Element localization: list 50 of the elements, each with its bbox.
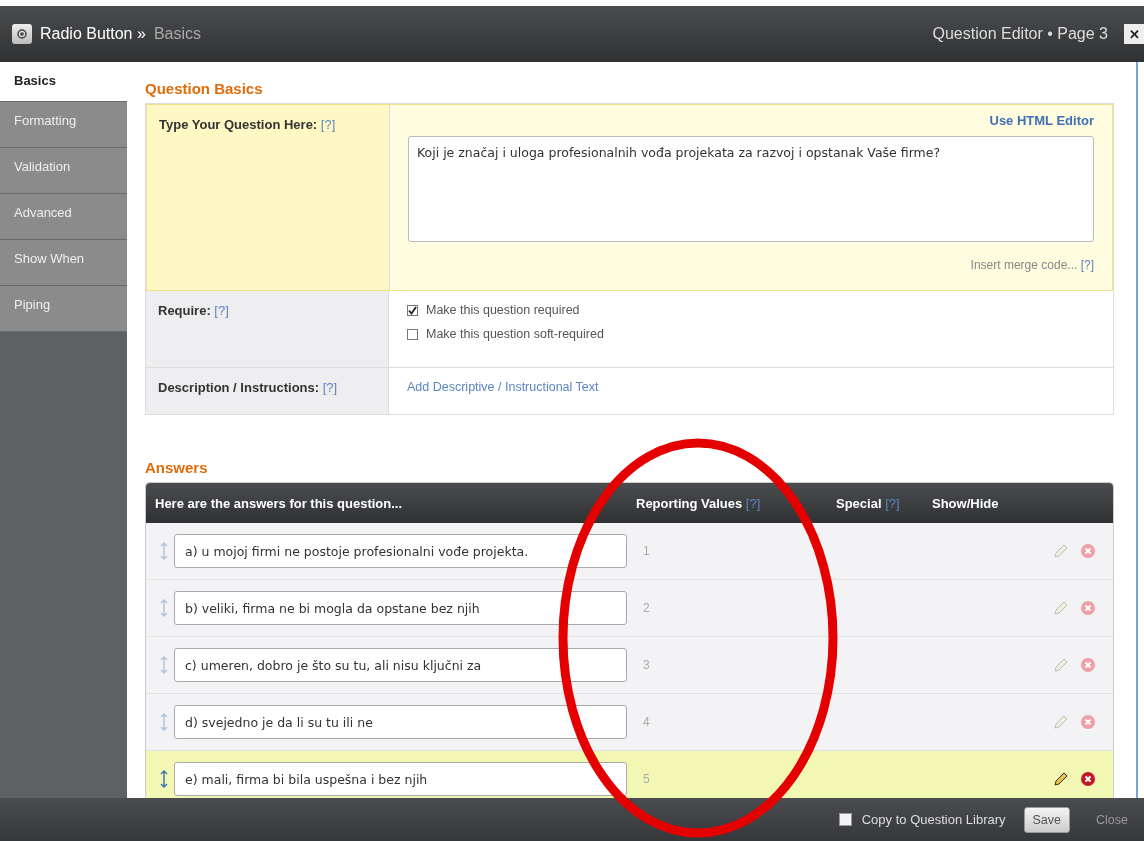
label-cell: Type Your Question Here: [?] <box>147 105 390 290</box>
merge-code-link[interactable]: Insert merge code... [?] <box>970 258 1094 272</box>
sidebar-tab[interactable]: Basics <box>0 62 127 102</box>
answer-field[interactable]: e) mali, firma bi bila uspešna i bez njih <box>174 762 627 796</box>
drag-handle-icon[interactable] <box>160 713 168 731</box>
question-field[interactable]: Koji je značaj i uloga profesionalnih vođa projekata za razvoj i opstanak Vaše firme? <box>408 136 1094 242</box>
reporting-value: 2 <box>642 601 651 615</box>
delete-icon[interactable] <box>1081 772 1095 786</box>
answer-row[interactable]: d) svejedno je da li su tu ili ne 4 <box>146 694 1113 751</box>
help-link[interactable]: [?] <box>320 117 336 132</box>
checkbox[interactable] <box>407 304 418 316</box>
answer-field[interactable]: a) u mojoj firmi ne postoje profesionalni vođe projekta. <box>174 534 627 568</box>
answer-field[interactable]: c) umeren, dobro je što su tu, ali nisu ključni za <box>174 648 627 682</box>
close-button[interactable]: Close <box>1090 811 1134 828</box>
save-button[interactable]: Save <box>1023 806 1071 833</box>
answer-row[interactable]: c) umeren, dobro je što su tu, ali nisu ključni za 3 <box>146 637 1113 694</box>
label-cell: Description / Instructions: [?] <box>146 368 389 414</box>
column-header: Special [?] <box>836 495 901 511</box>
checkbox-label: Copy to Question Library <box>861 812 1006 827</box>
window-title: Radio Button » <box>40 25 146 43</box>
checkbox-label: Make this question required <box>426 303 580 317</box>
html-editor-link[interactable]: Use HTML Editor <box>989 113 1094 128</box>
answer-field[interactable]: b) veliki, firma ne bi mogla da opstane bez njih <box>174 591 627 625</box>
reporting-value: 5 <box>642 772 651 786</box>
close-button[interactable]: ✕ <box>1124 24 1144 44</box>
column-header: Reporting Values [?] <box>636 495 762 511</box>
label-cell: Require: [?] <box>146 291 389 367</box>
answer-field[interactable]: d) svejedno je da li su tu ili ne <box>174 705 627 739</box>
answer-row[interactable]: e) mali, firma bi bila uspešna i bez njih 5 <box>146 751 1113 798</box>
window-subtitle: Basics <box>153 25 201 43</box>
checkbox[interactable] <box>838 813 852 826</box>
answer-row[interactable]: a) u mojoj firmi ne postoje profesionalni vođe projekta. 1 <box>146 523 1113 580</box>
add-text-link[interactable]: Add Descriptive / Instructional Text <box>407 376 1095 398</box>
section-heading: Question Basics <box>145 80 264 97</box>
checkbox[interactable] <box>407 328 418 340</box>
drag-handle-icon[interactable] <box>160 599 168 617</box>
column-header: Show/Hide <box>932 495 1000 511</box>
checkbox-label: Make this question soft-required <box>426 327 604 341</box>
drag-handle-icon[interactable] <box>160 656 168 674</box>
column-header: Here are the answers for this question... <box>155 495 404 511</box>
drag-handle-icon[interactable] <box>160 770 168 788</box>
section-heading: Answers <box>145 459 209 476</box>
editor-title: Question Editor • Page 3 <box>932 25 1108 43</box>
reporting-value: 1 <box>642 544 651 558</box>
reporting-value: 4 <box>642 715 651 729</box>
answer-row[interactable]: b) veliki, firma ne bi mogla da opstane bez njih 2 <box>146 580 1113 637</box>
reporting-value: 3 <box>642 658 651 672</box>
drag-handle-icon[interactable] <box>160 542 168 560</box>
radio-icon <box>12 24 32 44</box>
pencil-icon[interactable] <box>1053 771 1069 787</box>
